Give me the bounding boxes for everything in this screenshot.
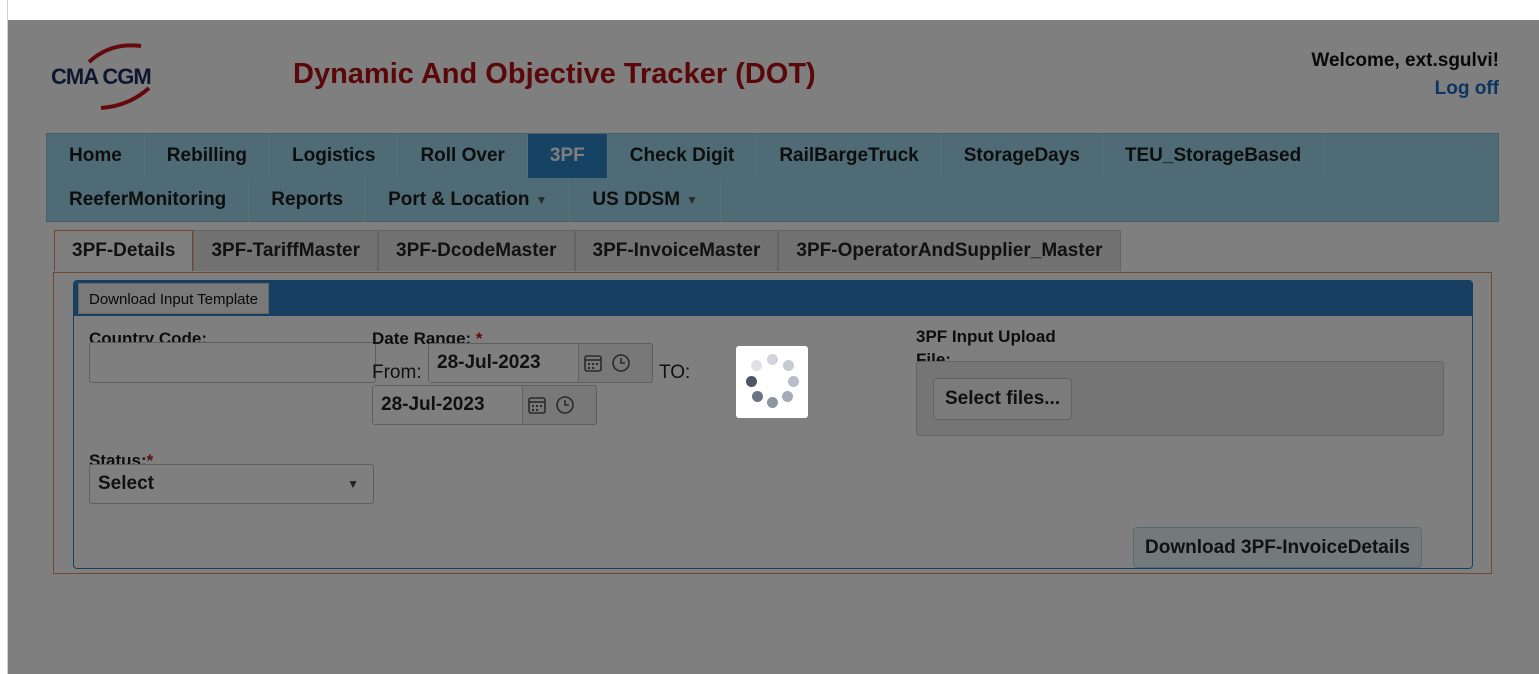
spinner-dot: [752, 391, 763, 402]
window-left-edge: [0, 0, 8, 674]
page: CMA CGM Dynamic And Objective Tracker (D…: [0, 0, 1539, 674]
spinner-dot: [767, 354, 778, 365]
spinner-dot: [788, 376, 799, 387]
spinner-dot: [782, 391, 793, 402]
spinner-dot: [746, 376, 757, 387]
spinner-dot: [767, 397, 778, 408]
spinner-dot: [751, 360, 762, 371]
loading-spinner-icon: [736, 346, 808, 418]
spinner-dot: [783, 360, 794, 371]
